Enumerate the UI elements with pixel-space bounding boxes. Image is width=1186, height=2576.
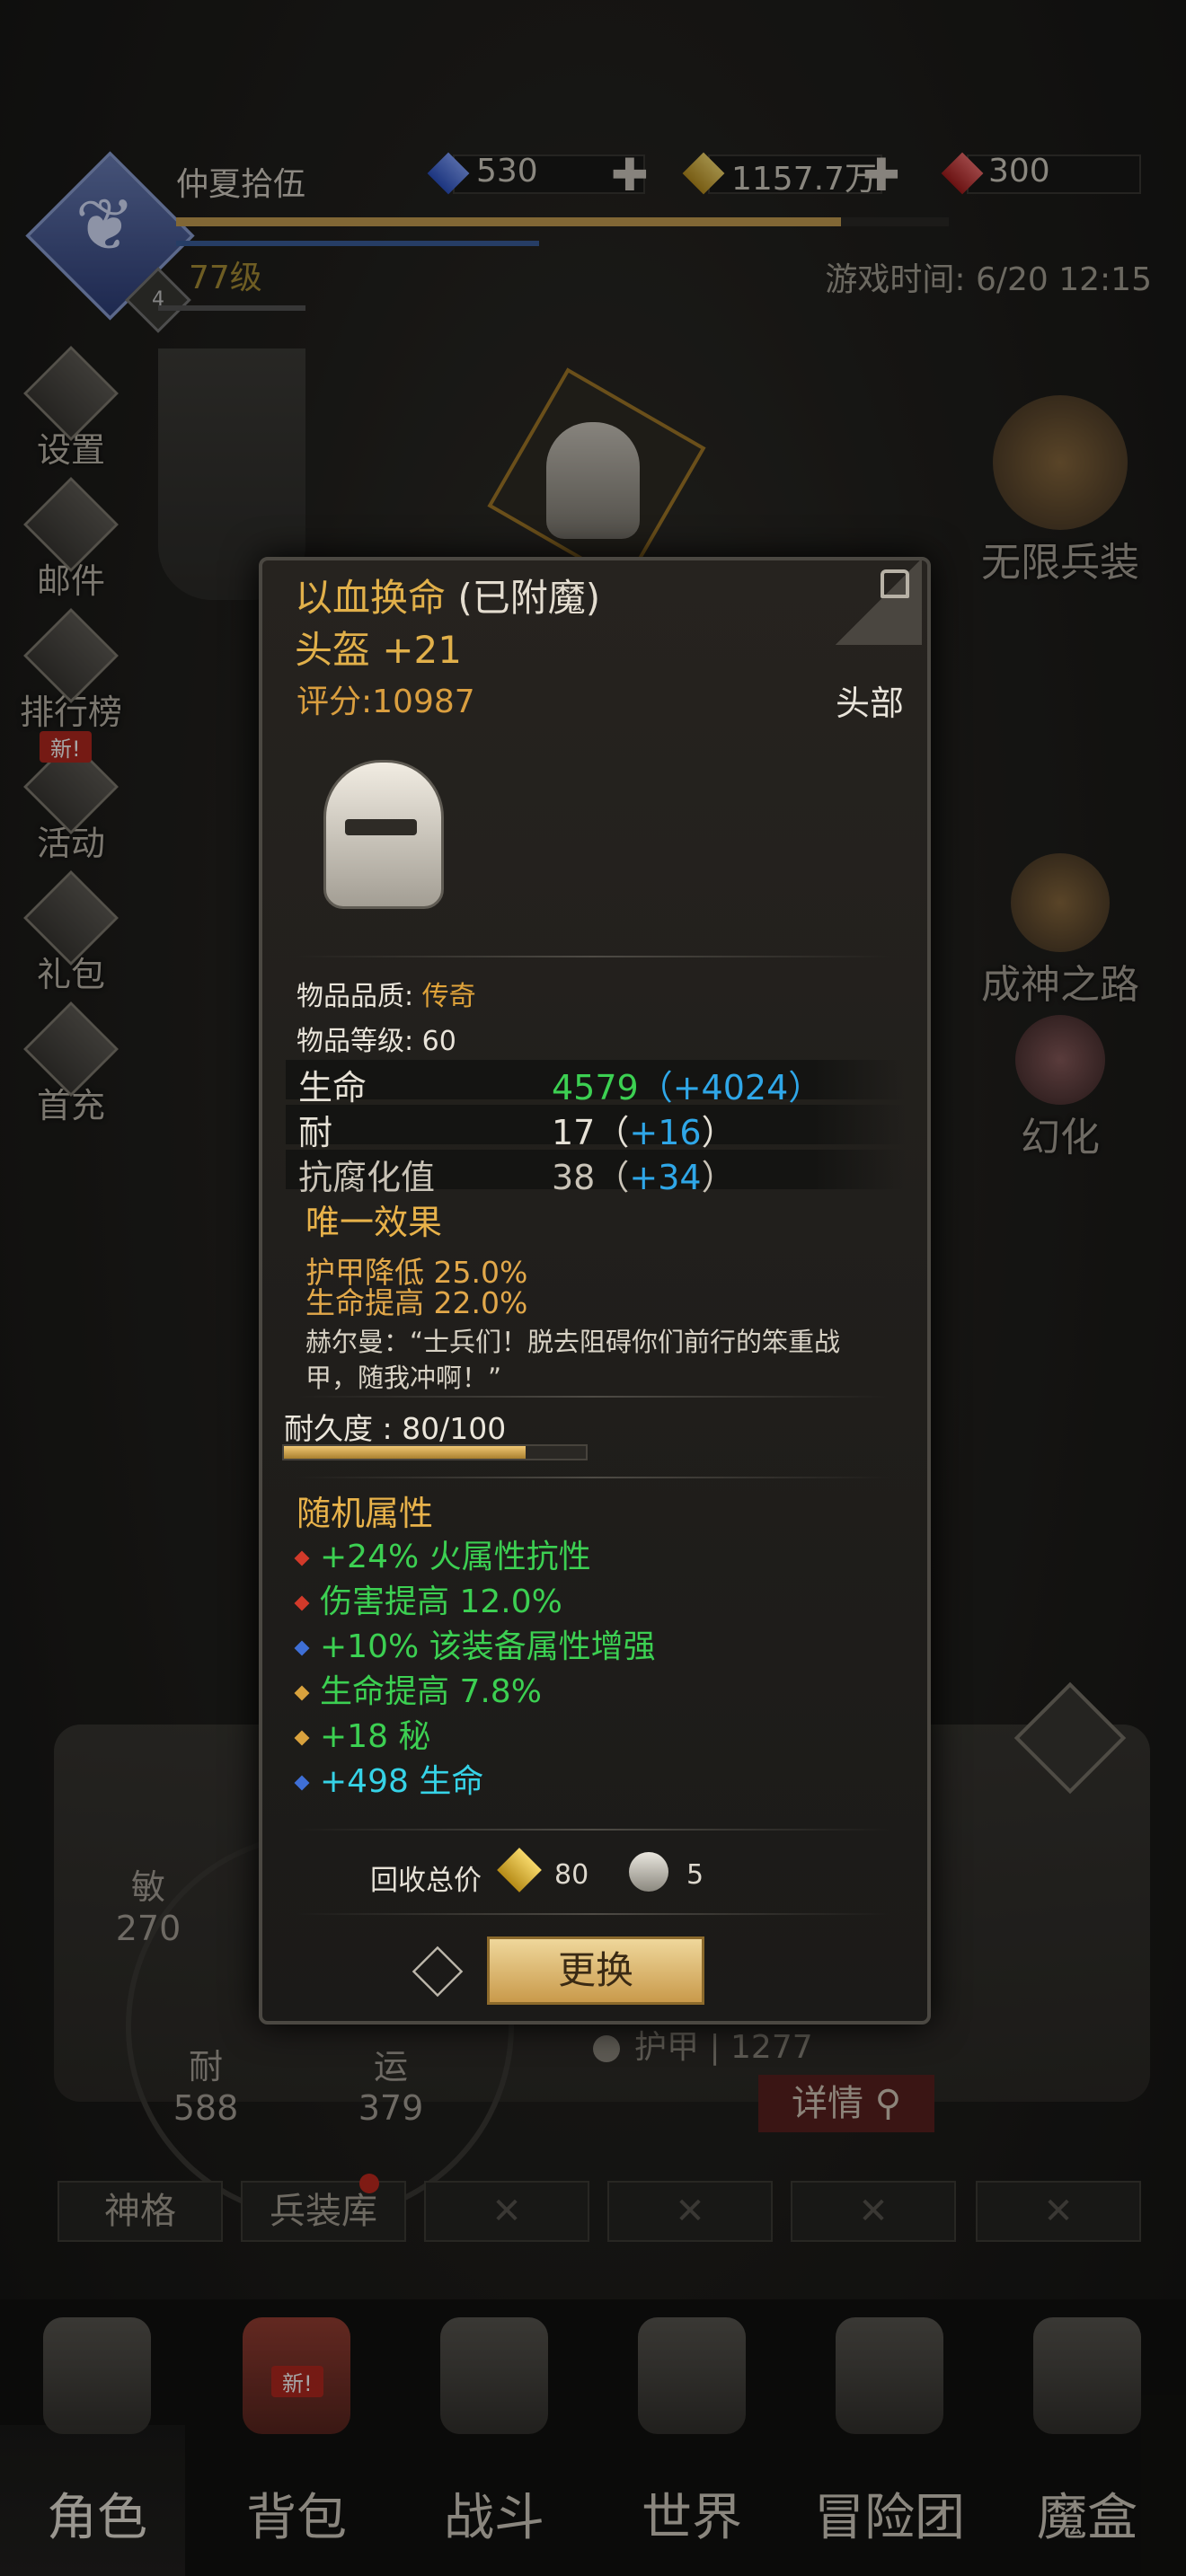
attr-gem-icon xyxy=(294,1775,310,1791)
divider xyxy=(296,1477,890,1478)
durability-bar xyxy=(282,1444,588,1460)
recycle-label: 回收总价 xyxy=(370,1865,482,1897)
unique-effect-title: 唯一效果 xyxy=(305,1203,443,1242)
item-level: 物品等级: 60 xyxy=(296,1026,456,1057)
attr-gem-icon xyxy=(294,1595,310,1611)
random-attr-5: +18 秘 xyxy=(294,1710,430,1757)
item-quote: 赫尔曼：“士兵们！脱去阻碍你们前行的笨重战甲，随我冲啊！” xyxy=(305,1327,841,1393)
panel-corner xyxy=(836,559,922,645)
item-quality: 物品品质: 传奇 xyxy=(296,981,476,1012)
recycle-silver-value: 5 xyxy=(686,1859,704,1891)
item-slot-plus: 头盔 +21 xyxy=(295,628,462,672)
divider xyxy=(296,1913,890,1915)
divider xyxy=(296,1829,890,1831)
attr-row-stamina: 耐 17（+16） xyxy=(286,1105,906,1152)
attr-row-life: 生命 4579（+4024） xyxy=(286,1060,906,1107)
unique-effect-2: 生命提高 22.0% xyxy=(305,1285,528,1320)
recycle-gold-value: 80 xyxy=(554,1859,589,1891)
attr-gem-icon xyxy=(294,1730,310,1746)
random-attr-4: 生命提高 7.8% xyxy=(294,1665,542,1712)
random-attr-6: +498 生命 xyxy=(294,1755,483,1802)
replace-button[interactable]: 更换 xyxy=(487,1936,704,2005)
durability-label: 耐久度 : 80/100 xyxy=(284,1411,507,1446)
attr-gem-icon xyxy=(294,1685,310,1701)
attr-gem-icon xyxy=(294,1550,310,1566)
attr-gem-icon xyxy=(294,1640,310,1656)
divider xyxy=(296,1396,890,1398)
random-attr-3: +10% 该装备属性增强 xyxy=(294,1620,656,1667)
item-name: 以血换命 (已附魔) xyxy=(295,576,601,620)
random-attrs-title: 随机属性 xyxy=(296,1494,434,1533)
silver-coin-icon xyxy=(629,1852,668,1892)
random-attr-2: 伤害提高 12.0% xyxy=(294,1575,562,1622)
helmet-visor xyxy=(345,819,417,835)
item-score: 评分:10987 xyxy=(296,684,475,720)
attr-row-corruption: 抗腐化值 38（+34） xyxy=(286,1150,906,1197)
item-part: 头部 xyxy=(836,684,905,723)
lock-icon[interactable] xyxy=(881,569,909,598)
divider xyxy=(296,956,890,957)
random-attr-1: +24% 火属性抗性 xyxy=(294,1531,591,1577)
